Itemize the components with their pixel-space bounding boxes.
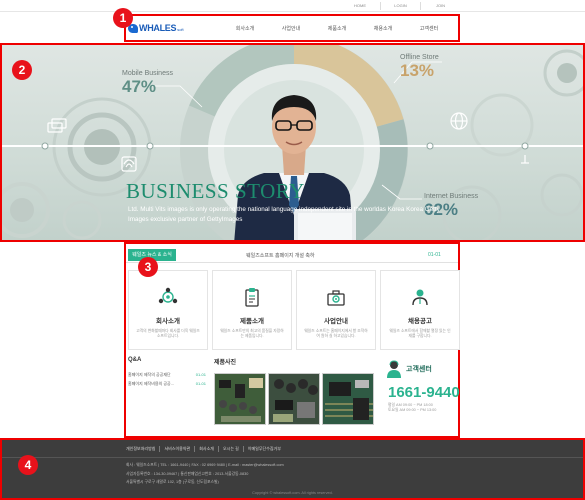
card-company[interactable]: 회사소개 고객의 변화할때마다 회사를 더욱 웨일즈 소프트입니다.	[128, 270, 208, 350]
stat-internet-label: Internet Business	[424, 193, 479, 200]
circuit-board-image	[215, 374, 265, 424]
circuit-board-image	[269, 374, 319, 424]
hero-banner: Mobile Business 47% Offline Store 13% In…	[0, 43, 585, 242]
product-photos-title: 제품사진	[214, 360, 237, 366]
card-recruit-desc: 웨일즈 소프트에서 함께할 열정 있는 인재를 구합니다.	[389, 329, 451, 339]
footer-info-line: 회사 : 웨일즈소프트 | TEL : 1661-9440 | FAX : 02…	[126, 463, 284, 467]
qna-item[interactable]: 홈페이지 제작의 공공재단 01-01	[128, 370, 206, 379]
card-company-title: 회사소개	[156, 318, 180, 325]
product-photo[interactable]	[322, 373, 374, 425]
footer-info-line: 서울특별시 구로구 새말로 102, 1층 (구로동, 신도림포스빌)	[126, 480, 219, 484]
qna-item-text: 홈페이지 제작의 공공재단	[128, 372, 171, 377]
card-business[interactable]: 사업안내 웨일즈 소프트는 홈페이지에서 항 조작하여 원하 실 하고있습니다.	[296, 270, 376, 350]
card-products-desc: 웨일즈 소프트만의 최고의 품질을 자랑하는 제품입니다.	[220, 329, 284, 339]
notice-bar: 웨일즈 뉴스 & 소식 웨일즈소프트 홈페이지 개설 축하 01-01	[126, 247, 458, 263]
hero-title: BUSINESS STORY	[126, 179, 305, 203]
footer-copyright: Copyright © whalessoft.com. All rights r…	[252, 491, 333, 495]
util-home-link[interactable]: HOME	[340, 2, 380, 10]
notice-date: 01-01	[428, 252, 441, 258]
clipboard-icon	[245, 288, 259, 307]
hero-description: Ltd. Multi Vits images is only operating…	[128, 206, 440, 223]
nav-item-recruit[interactable]: 채용소개	[360, 25, 406, 32]
site-footer: 개인정보처리방침 서비스이용약관 회사소개 오시는 길 이메일무단수집거부 회사…	[0, 438, 585, 500]
stat-mobile-value: 47%	[122, 77, 157, 96]
util-login-link[interactable]: LOGIN	[380, 2, 420, 10]
logo-suffix: soft	[177, 27, 184, 32]
footer-link-directions[interactable]: 오시는 길	[217, 446, 243, 452]
footer-info-line: 사업자등록번호 : 134-30-09467 | 통신판매업신고번호 : 201…	[126, 471, 249, 476]
qna-title: Q&A	[128, 357, 142, 363]
card-business-desc: 웨일즈 소프트는 홈페이지에서 항 조작하여 원하 실 하고있습니다.	[304, 329, 368, 339]
qna-section: Q&A 홈페이지 제작의 공공재단 01-01 홈페이지 제작비용의 공공...…	[128, 357, 206, 388]
product-photo[interactable]	[268, 373, 320, 425]
footer-link-privacy[interactable]: 개인정보처리방침	[126, 446, 159, 452]
card-products[interactable]: 제품소개 웨일즈 소프트만의 최고의 품질을 자랑하는 제품입니다.	[212, 270, 292, 350]
annotation-badge-1: 1	[113, 8, 133, 28]
nav-item-company[interactable]: 회사소개	[222, 25, 268, 32]
footer-link-email-policy[interactable]: 이메일무단수집거부	[242, 446, 285, 452]
stat-mobile-label: Mobile Business	[122, 70, 173, 77]
card-products-title: 제품소개	[240, 318, 264, 325]
customer-center-phone: 1661-9440	[388, 384, 460, 401]
main-nav: 회사소개 사업안내 제품소개 채용소개 고객센터	[222, 25, 452, 32]
footer-info: 회사 : 웨일즈소프트 | TEL : 1661-9440 | FAX : 02…	[126, 461, 284, 487]
logo-text: WHALES	[139, 23, 177, 33]
annotation-badge-3: 3	[138, 257, 158, 277]
product-photos: 제품사진	[214, 357, 384, 425]
stat-mobile: Mobile Business 47%	[122, 70, 173, 97]
footer-links: 개인정보처리방침 서비스이용약관 회사소개 오시는 길 이메일무단수집거부	[126, 446, 285, 452]
headset-person-icon	[387, 360, 401, 378]
customer-center-hours: 평일 AM 09:00 ~ PM 18:00 토요일 AM 09:00 ~ PM…	[388, 403, 460, 413]
qna-item-date: 01-01	[195, 372, 206, 377]
main-content: 웨일즈 뉴스 & 소식 웨일즈소프트 홈페이지 개설 축하 01-01 회사소개…	[124, 242, 460, 438]
qna-item-text: 홈페이지 제작비용의 공공...	[128, 381, 175, 386]
footer-link-company[interactable]: 회사소개	[194, 446, 218, 452]
annotation-badge-2: 2	[12, 60, 32, 80]
customer-center: 고객센터 1661-9440 평일 AM 09:00 ~ PM 18:00 토요…	[386, 360, 460, 413]
qna-item-date: 01-01	[195, 381, 206, 386]
site-header: WHALES soft 회사소개 사업안내 제품소개 채용소개 고객센터	[124, 14, 460, 42]
logo[interactable]: WHALES soft	[128, 23, 184, 33]
stat-offline-label: Offline Store	[400, 54, 439, 61]
card-recruit[interactable]: 채용공고 웨일즈 소프트에서 함께할 열정 있는 인재를 구합니다.	[380, 270, 460, 350]
nav-item-products[interactable]: 제품소개	[314, 25, 360, 32]
product-photo[interactable]	[214, 373, 266, 425]
util-links: HOME LOGIN JOIN	[340, 2, 520, 10]
stat-offline-value: 13%	[400, 61, 435, 80]
people-network-icon	[158, 287, 178, 304]
util-divider	[0, 11, 585, 12]
stat-offline: Offline Store 13%	[400, 54, 439, 81]
recruit-person-icon	[412, 289, 428, 306]
annotation-badge-4: 4	[18, 455, 38, 475]
briefcase-gear-icon	[327, 290, 345, 306]
customer-center-title: 고객센터	[406, 366, 432, 373]
footer-link-terms[interactable]: 서비스이용약관	[159, 446, 194, 452]
util-join-link[interactable]: JOIN	[420, 2, 460, 10]
card-recruit-title: 채용공고	[408, 318, 432, 325]
card-company-desc: 고객의 변화할때마다 회사를 더욱 웨일즈 소프트입니다.	[136, 329, 200, 339]
qna-item[interactable]: 홈페이지 제작비용의 공공... 01-01	[128, 379, 206, 388]
footer-divider	[2, 457, 583, 458]
circuit-board-image	[323, 374, 373, 424]
notice-message[interactable]: 웨일즈소프트 홈페이지 개설 축하	[246, 252, 315, 259]
nav-item-business[interactable]: 사업안내	[268, 25, 314, 32]
nav-item-support[interactable]: 고객센터	[406, 25, 452, 32]
card-business-title: 사업안내	[324, 318, 348, 325]
hours-saturday: 토요일 AM 09:00 ~ PM 13:00	[388, 408, 437, 412]
